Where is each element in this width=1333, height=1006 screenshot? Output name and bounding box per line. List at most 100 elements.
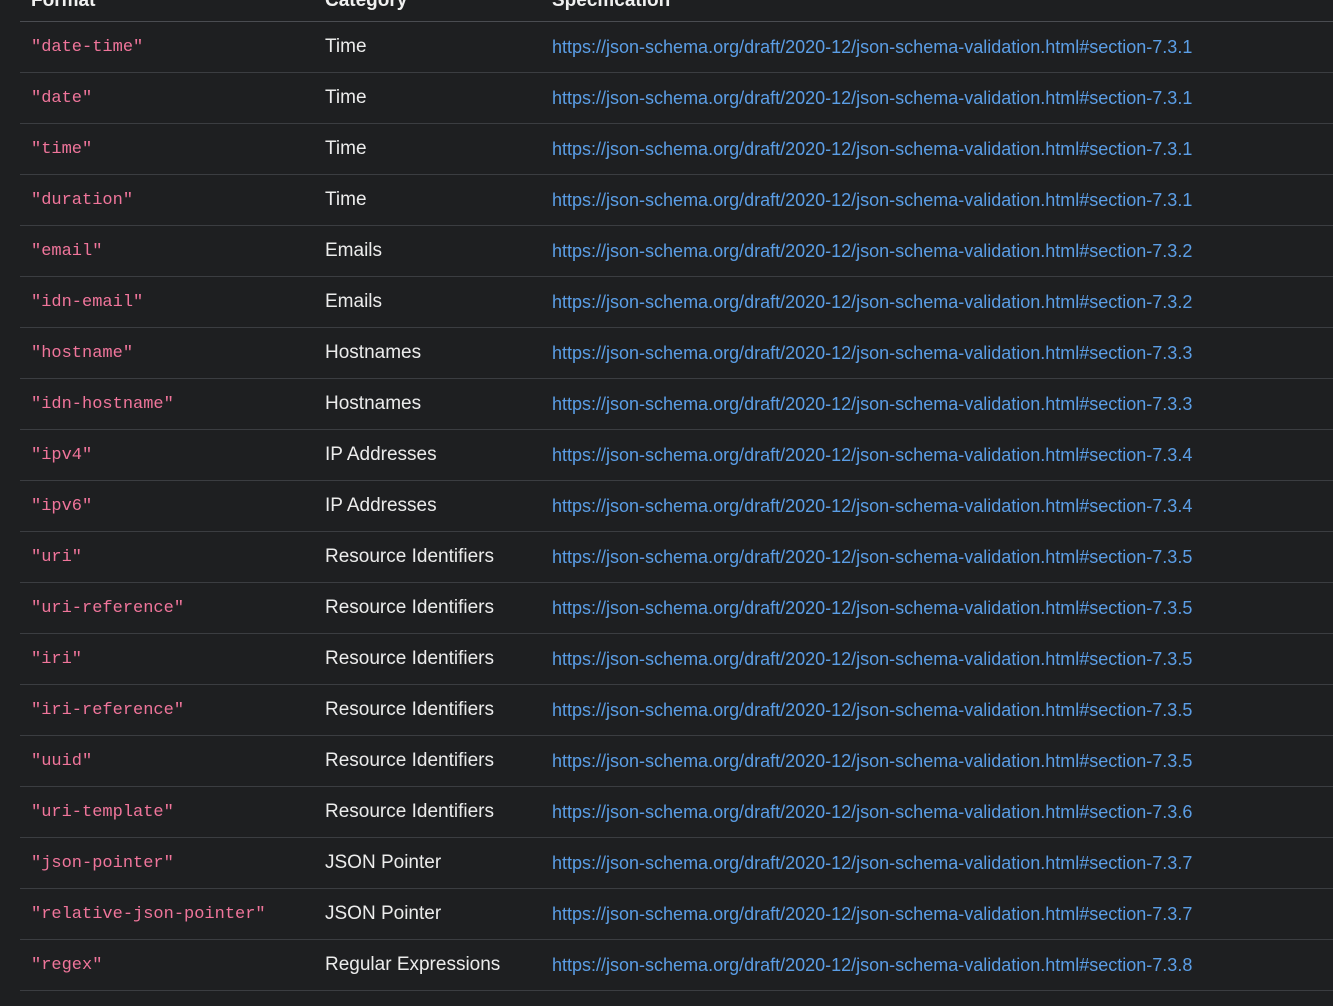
table-row: "hostname" Hostnames https://json-schema.o… — [20, 328, 1333, 379]
specification-link[interactable]: https://json-schema.org/draft/2020-12/js… — [552, 853, 1192, 874]
specification-link[interactable]: https://json-schema.org/draft/2020-12/js… — [552, 496, 1192, 517]
format-name: "json-pointer" — [31, 853, 174, 873]
format-name: "iri-reference" — [31, 700, 185, 720]
specification-link[interactable]: https://json-schema.org/draft/2020-12/js… — [552, 343, 1192, 364]
format-category: IP Addresses — [325, 495, 437, 516]
table-row: "iri" Resource Identifiers https://json-sc… — [20, 634, 1333, 685]
table-row: "regex" Regular Expressions https://json-s… — [20, 940, 1333, 991]
format-name: "hostname" — [31, 343, 134, 363]
table-header-row: Format Category Specification — [20, 0, 1333, 22]
spec-cell: https://json-schema.org/draft/2020-12/js… — [552, 124, 1192, 174]
table-row: "uri-reference" Resource Identifiers https… — [20, 583, 1333, 634]
specification-link[interactable]: https://json-schema.org/draft/2020-12/js… — [552, 751, 1192, 772]
format-name: "ipv4" — [31, 445, 93, 465]
table-row: "uri-template" Resource Identifiers https:… — [20, 787, 1333, 838]
spec-cell: https://json-schema.org/draft/2020-12/js… — [552, 940, 1192, 990]
format-category: Hostnames — [325, 342, 422, 363]
spec-cell: https://json-schema.org/draft/2020-12/js… — [552, 73, 1192, 123]
header-category: Category — [325, 0, 408, 11]
format-category: JSON Pointer — [325, 852, 442, 873]
table-row: "json-pointer" JSON Pointer https://json-s… — [20, 838, 1333, 889]
format-name: "date" — [31, 88, 93, 108]
spec-cell: https://json-schema.org/draft/2020-12/js… — [552, 277, 1192, 327]
spec-cell: https://json-schema.org/draft/2020-12/js… — [552, 226, 1192, 276]
format-category: Hostnames — [325, 393, 422, 414]
table-row: "date" Time https://json-schema.org/draft/… — [20, 73, 1333, 124]
format-category: Resource Identifiers — [325, 750, 494, 771]
format-name: "idn-hostname" — [31, 394, 174, 414]
format-name: "uri" — [31, 547, 83, 567]
format-name: "duration" — [31, 190, 134, 210]
spec-cell: https://json-schema.org/draft/2020-12/js… — [552, 379, 1192, 429]
header-specification: Specification — [552, 0, 671, 11]
spec-cell: https://json-schema.org/draft/2020-12/js… — [552, 583, 1192, 633]
table-body: "date-time" Time https://json-schema.org/d… — [20, 22, 1333, 991]
table-row: "iri-reference" Resource Identifiers https… — [20, 685, 1333, 736]
format-name: "uri-template" — [31, 802, 174, 822]
specification-link[interactable]: https://json-schema.org/draft/2020-12/js… — [552, 649, 1192, 670]
table-row: "duration" Time https://json-schema.org/dr… — [20, 175, 1333, 226]
specification-link[interactable]: https://json-schema.org/draft/2020-12/js… — [552, 37, 1192, 58]
format-name: "date-time" — [31, 37, 144, 57]
format-name: "regex" — [31, 955, 103, 975]
format-category: Time — [325, 36, 367, 57]
specification-link[interactable]: https://json-schema.org/draft/2020-12/js… — [552, 394, 1192, 415]
format-name: "uri-reference" — [31, 598, 185, 618]
header-format: Format — [31, 0, 96, 11]
format-category: Emails — [325, 291, 383, 312]
format-category: Emails — [325, 240, 383, 261]
spec-cell: https://json-schema.org/draft/2020-12/js… — [552, 22, 1192, 72]
table-row: "time" Time https://json-schema.org/draft/… — [20, 124, 1333, 175]
specification-link[interactable]: https://json-schema.org/draft/2020-12/js… — [552, 139, 1192, 160]
format-category: JSON Pointer — [325, 903, 442, 924]
format-category: Resource Identifiers — [325, 597, 494, 618]
spec-cell: https://json-schema.org/draft/2020-12/js… — [552, 685, 1192, 735]
format-category: Regular Expressions — [325, 954, 501, 975]
spec-cell: https://json-schema.org/draft/2020-12/js… — [552, 889, 1192, 939]
format-name: "iri" — [31, 649, 83, 669]
spec-cell: https://json-schema.org/draft/2020-12/js… — [552, 532, 1192, 582]
format-name: "time" — [31, 139, 93, 159]
format-category: Resource Identifiers — [325, 801, 494, 822]
table-row: "idn-hostname" Hostnames https://json-sche… — [20, 379, 1333, 430]
specification-link[interactable]: https://json-schema.org/draft/2020-12/js… — [552, 190, 1192, 211]
format-category: Time — [325, 87, 367, 108]
specification-link[interactable]: https://json-schema.org/draft/2020-12/js… — [552, 700, 1192, 721]
specification-link[interactable]: https://json-schema.org/draft/2020-12/js… — [552, 292, 1192, 313]
specification-link[interactable]: https://json-schema.org/draft/2020-12/js… — [552, 955, 1192, 976]
format-name: "ipv6" — [31, 496, 93, 516]
format-name: "relative-json-pointer" — [31, 904, 266, 924]
formats-table: Format Category Specification "date-time… — [20, 0, 1333, 991]
spec-cell: https://json-schema.org/draft/2020-12/js… — [552, 481, 1192, 531]
spec-cell: https://json-schema.org/draft/2020-12/js… — [552, 634, 1192, 684]
specification-link[interactable]: https://json-schema.org/draft/2020-12/js… — [552, 88, 1192, 109]
specification-link[interactable]: https://json-schema.org/draft/2020-12/js… — [552, 445, 1192, 466]
format-name: "email" — [31, 241, 103, 261]
spec-cell: https://json-schema.org/draft/2020-12/js… — [552, 175, 1192, 225]
specification-link[interactable]: https://json-schema.org/draft/2020-12/js… — [552, 547, 1192, 568]
table-row: "uuid" Resource Identifiers https://json-s… — [20, 736, 1333, 787]
specification-link[interactable]: https://json-schema.org/draft/2020-12/js… — [552, 802, 1192, 823]
table-row: "date-time" Time https://json-schema.org/d… — [20, 22, 1333, 73]
spec-cell: https://json-schema.org/draft/2020-12/js… — [552, 430, 1192, 480]
format-category: Time — [325, 138, 367, 159]
format-name: "uuid" — [31, 751, 93, 771]
table-row: "ipv4" IP Addresses https://json-schema.or… — [20, 430, 1333, 481]
format-category: Resource Identifiers — [325, 546, 494, 567]
table-row: "relative-json-pointer" JSON Pointer https… — [20, 889, 1333, 940]
spec-cell: https://json-schema.org/draft/2020-12/js… — [552, 787, 1192, 837]
specification-link[interactable]: https://json-schema.org/draft/2020-12/js… — [552, 598, 1192, 619]
format-name: "idn-email" — [31, 292, 144, 312]
format-category: Time — [325, 189, 367, 210]
table-row: "email" Emails https://json-schema.org/dra… — [20, 226, 1333, 277]
format-category: Resource Identifiers — [325, 648, 494, 669]
format-category: IP Addresses — [325, 444, 437, 465]
table-row: "uri" Resource Identifiers https://json-sc… — [20, 532, 1333, 583]
specification-link[interactable]: https://json-schema.org/draft/2020-12/js… — [552, 904, 1192, 925]
spec-cell: https://json-schema.org/draft/2020-12/js… — [552, 838, 1192, 888]
specification-link[interactable]: https://json-schema.org/draft/2020-12/js… — [552, 241, 1192, 262]
spec-cell: https://json-schema.org/draft/2020-12/js… — [552, 736, 1192, 786]
format-category: Resource Identifiers — [325, 699, 494, 720]
table-row: "ipv6" IP Addresses https://json-schema.or… — [20, 481, 1333, 532]
spec-cell: https://json-schema.org/draft/2020-12/js… — [552, 328, 1192, 378]
